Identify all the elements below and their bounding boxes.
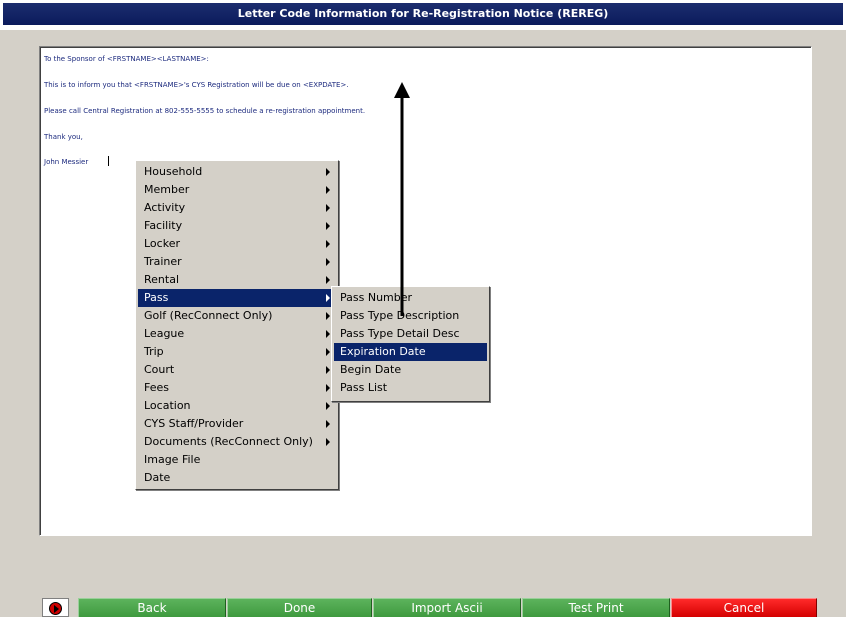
menu-item-label: Court: [144, 363, 175, 376]
menu-item-label: Location: [144, 399, 191, 412]
menu-item-label: CYS Staff/Provider: [144, 417, 244, 430]
insert-field-context-menu: Household Member Activity Facility Locke…: [135, 160, 339, 490]
menu-item-label: Member: [144, 183, 190, 196]
letter-line: John Messier: [44, 158, 89, 166]
menu-item-facility[interactable]: Facility: [138, 217, 336, 235]
menu-item-label: Trip: [144, 345, 164, 358]
submenu-arrow-icon: [326, 186, 330, 194]
test-print-button[interactable]: Test Print: [522, 598, 670, 617]
menu-item-label: Activity: [144, 201, 186, 214]
menu-item-label: Golf (RecConnect Only): [144, 309, 273, 322]
submenu-arrow-icon: [326, 204, 330, 212]
window-title: Letter Code Information for Re-Registrat…: [3, 3, 843, 25]
menu-item-label: Locker: [144, 237, 180, 250]
submenu-arrow-icon: [326, 222, 330, 230]
menu-item-court[interactable]: Court: [138, 361, 336, 379]
submenu-arrow-icon: [326, 366, 330, 374]
menu-item-label: Image File: [144, 453, 201, 466]
submenu-arrow-icon: [326, 402, 330, 410]
letter-line: Please call Central Registration at 802-…: [44, 107, 366, 115]
submenu-item-expiration-date[interactable]: Expiration Date: [334, 343, 487, 361]
submenu-arrow-icon: [326, 258, 330, 266]
menu-item-label: Trainer: [144, 255, 182, 268]
menu-item-fees[interactable]: Fees: [138, 379, 336, 397]
menu-item-label: Facility: [144, 219, 183, 232]
submenu-arrow-icon: [326, 384, 330, 392]
menu-item-trainer[interactable]: Trainer: [138, 253, 336, 271]
submenu-item-pass-type-detail-desc[interactable]: Pass Type Detail Desc: [334, 325, 487, 343]
menu-item-member[interactable]: Member: [138, 181, 336, 199]
menu-item-label: Pass Type Detail Desc: [340, 327, 460, 340]
submenu-arrow-icon: [326, 168, 330, 176]
menu-item-label: Pass List: [340, 381, 388, 394]
letter-code-window: Letter Code Information for Re-Registrat…: [0, 0, 846, 617]
letter-line: This is to inform you that <FRSTNAME>'s …: [44, 81, 349, 89]
letter-line: Thank you,: [44, 133, 83, 141]
menu-item-locker[interactable]: Locker: [138, 235, 336, 253]
menu-item-label: Date: [144, 471, 171, 484]
menu-item-label: Expiration Date: [340, 345, 426, 358]
menu-item-label: Begin Date: [340, 363, 402, 376]
submenu-item-begin-date[interactable]: Begin Date: [334, 361, 487, 379]
done-button[interactable]: Done: [227, 598, 372, 617]
menu-item-rental[interactable]: Rental: [138, 271, 336, 289]
menu-item-cys-staff-provider[interactable]: CYS Staff/Provider: [138, 415, 336, 433]
menu-item-pass[interactable]: Pass: [138, 289, 336, 307]
button-bar: Back Done Import Ascii Test Print Cancel: [0, 598, 846, 617]
submenu-arrow-icon: [326, 330, 330, 338]
menu-item-label: Rental: [144, 273, 179, 286]
back-button[interactable]: Back: [78, 598, 226, 617]
letter-line: To the Sponsor of <FRSTNAME><LASTNAME>:: [44, 55, 209, 63]
annotation-arrow-icon: [394, 82, 410, 316]
submenu-arrow-icon: [326, 348, 330, 356]
submenu-arrow-icon: [326, 420, 330, 428]
title-bar: Letter Code Information for Re-Registrat…: [0, 0, 846, 30]
submenu-item-pass-list[interactable]: Pass List: [334, 379, 487, 397]
submenu-arrow-icon: [326, 294, 330, 302]
menu-item-image-file[interactable]: Image File: [138, 451, 336, 469]
submenu-arrow-icon: [326, 438, 330, 446]
submenu-arrow-icon: [326, 276, 330, 284]
menu-item-label: Fees: [144, 381, 169, 394]
menu-item-label: League: [144, 327, 185, 340]
import-ascii-button[interactable]: Import Ascii: [373, 598, 521, 617]
menu-item-league[interactable]: League: [138, 325, 336, 343]
menu-item-golf[interactable]: Golf (RecConnect Only): [138, 307, 336, 325]
cancel-button[interactable]: Cancel: [671, 598, 817, 617]
menu-item-location[interactable]: Location: [138, 397, 336, 415]
menu-item-label: Pass: [144, 291, 169, 304]
menu-item-activity[interactable]: Activity: [138, 199, 336, 217]
menu-item-label: Documents (RecConnect Only): [144, 435, 313, 448]
menu-item-date[interactable]: Date: [138, 469, 336, 487]
menu-item-label: Household: [144, 165, 203, 178]
menu-item-household[interactable]: Household: [138, 163, 336, 181]
text-caret: [108, 156, 109, 166]
menu-item-documents[interactable]: Documents (RecConnect Only): [138, 433, 336, 451]
submenu-arrow-icon: [326, 240, 330, 248]
menu-item-trip[interactable]: Trip: [138, 343, 336, 361]
submenu-arrow-icon: [326, 312, 330, 320]
